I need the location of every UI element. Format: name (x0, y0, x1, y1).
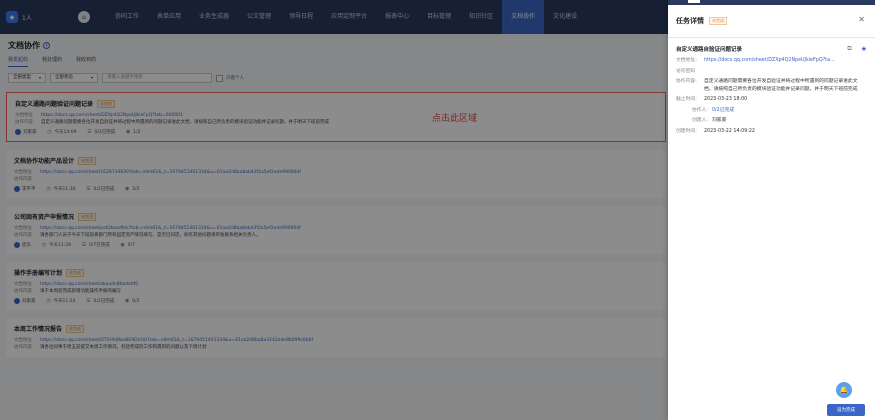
task-detail-panel: 任务详情 未完成 ✕ 自定义通路自验证问题记录 ⧉ ★ 文档地址: https:/… (668, 0, 875, 420)
panel-title: 任务详情 (676, 16, 704, 25)
creator-label: 创建人: (691, 118, 708, 123)
bell-icon[interactable]: 🔔 (836, 382, 852, 398)
collaborator-label: 协作人: (691, 107, 708, 113)
creator-value: 刘家豪 (712, 118, 727, 123)
doc-title: 自定义通路自验证问题记录 (676, 47, 743, 53)
collaborator-value[interactable]: 0/2已完成 (712, 107, 734, 115)
desc-label: 协作内容: (676, 79, 697, 84)
created-value: 2023-03-22 14:09:22 (704, 128, 755, 134)
doc-link[interactable]: https://docs.qq.com/sheet/DZXp4Q2NpeUJkl… (704, 57, 864, 65)
panel-body: 自定义通路自验证问题记录 ⧉ ★ 文档地址: https://docs.qq.co… (668, 38, 875, 139)
status-badge: 未完成 (709, 16, 727, 25)
close-icon[interactable]: ✕ (858, 15, 865, 24)
star-icon[interactable]: ★ (861, 45, 867, 53)
copy-icon[interactable]: ⧉ (847, 45, 851, 53)
modal-overlay[interactable] (0, 0, 668, 420)
password-label: 访问密码 (676, 68, 696, 74)
mark-done-button[interactable]: 设为完成 (827, 404, 865, 416)
url-label: 文档地址: (676, 58, 697, 63)
task-desc: 自定义通路问题需要各位开发自验证并将过程中所遇到的问题记录进此文档，请按照自己所… (704, 79, 858, 92)
deadline-value: 2023-03-23 18:00 (704, 97, 748, 102)
created-label: 创建时间: (676, 128, 697, 134)
main-area: ◆ 1人 ⌂ 协同工作 表单应用 业务生成器 公文管理 领导日程 应用定制平台 报表中心 目标… (0, 0, 668, 420)
deadline-label: 截止时间: (676, 97, 697, 102)
panel-header: 任务详情 未完成 ✕ (668, 0, 875, 38)
